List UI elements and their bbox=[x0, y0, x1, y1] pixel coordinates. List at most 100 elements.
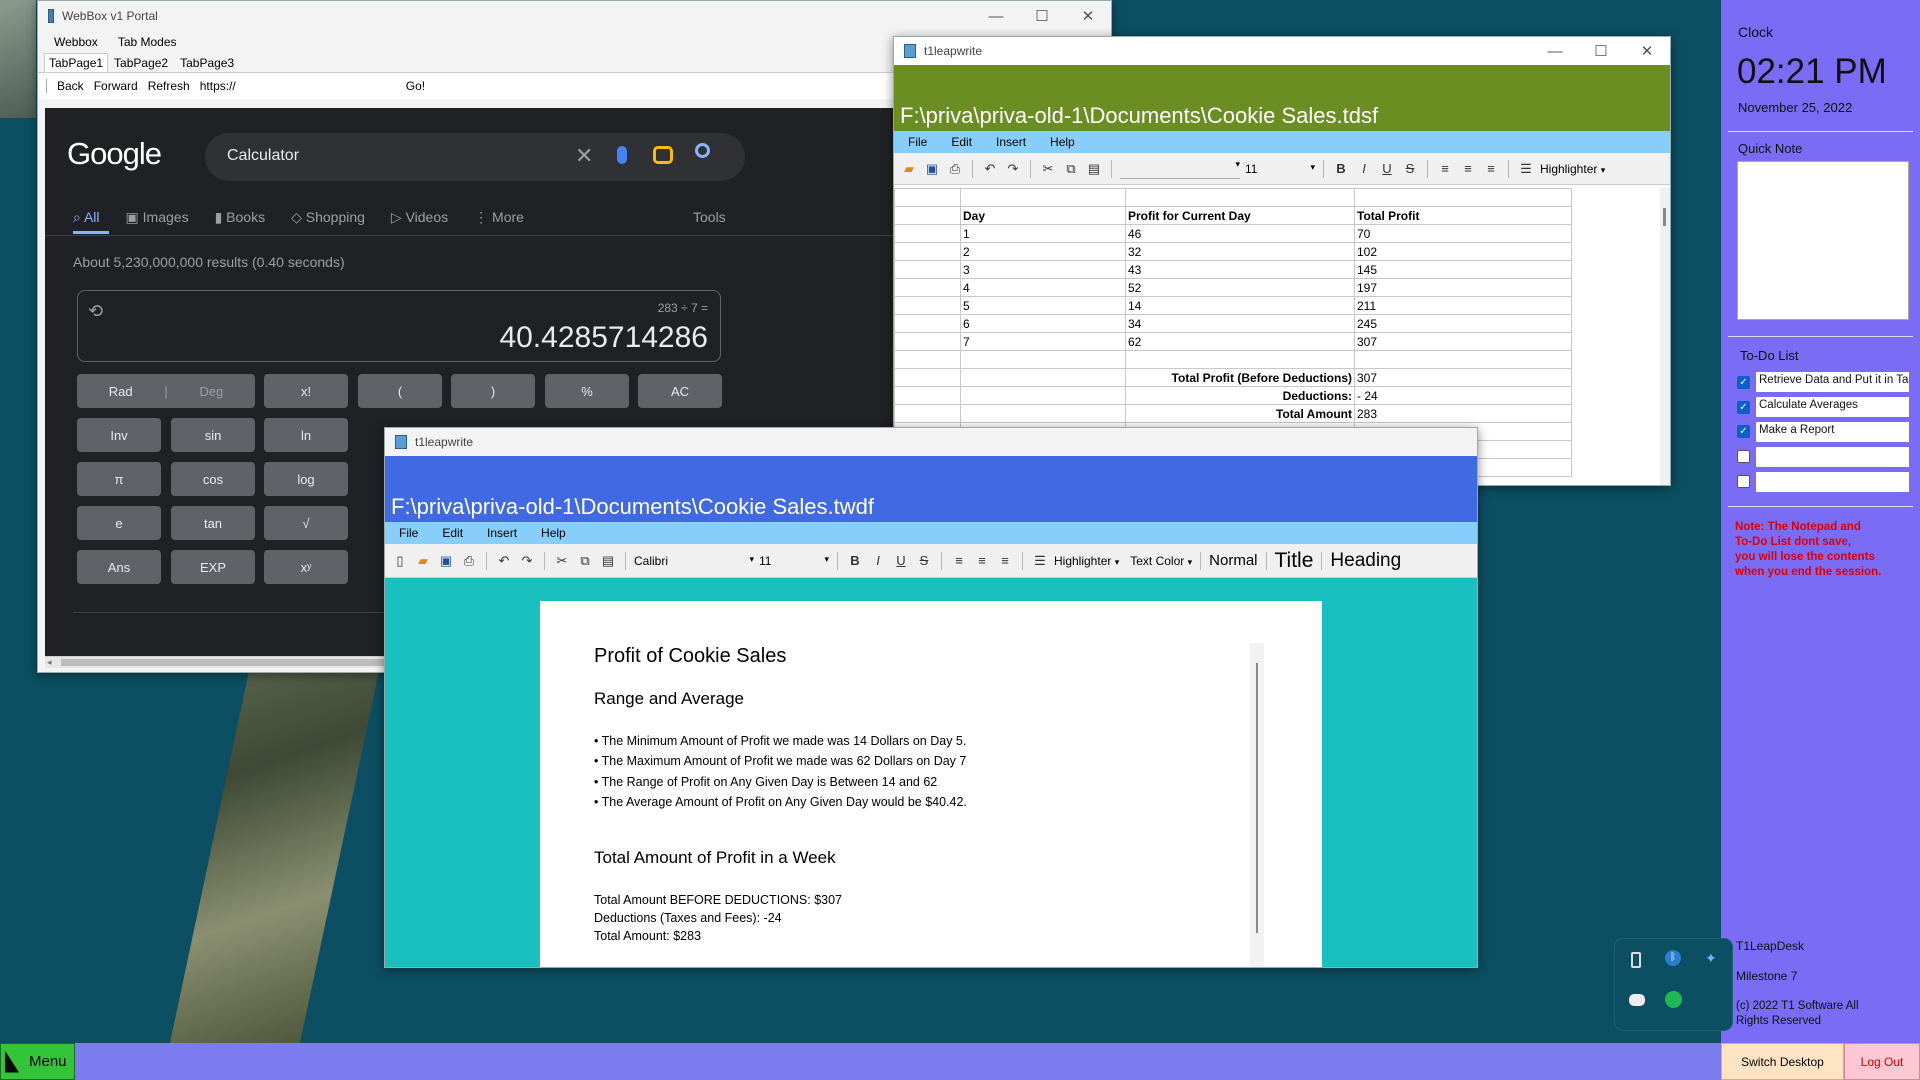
redo-icon[interactable]: ↷ bbox=[518, 552, 536, 570]
page-scrollbar[interactable] bbox=[1250, 643, 1264, 967]
font-size-select[interactable]: 11 ▾ bbox=[759, 554, 829, 568]
calc-key-log[interactable]: log bbox=[264, 462, 348, 496]
calc-key-close-paren[interactable]: ) bbox=[451, 374, 535, 408]
table-cell[interactable] bbox=[894, 332, 961, 351]
menu-help[interactable]: Help bbox=[1050, 135, 1075, 149]
document-page[interactable]: Profit of Cookie Sales Range and Average… bbox=[540, 601, 1322, 967]
copy-icon[interactable]: ⧉ bbox=[1062, 160, 1080, 178]
spotify-icon[interactable] bbox=[1665, 991, 1682, 1008]
table-cell[interactable]: 307 bbox=[1354, 332, 1572, 351]
table-cell[interactable]: 32 bbox=[1125, 242, 1355, 261]
redo-icon[interactable]: ↷ bbox=[1004, 160, 1022, 178]
table-cell[interactable]: 6 bbox=[960, 314, 1126, 333]
calc-key-percent[interactable]: % bbox=[545, 374, 629, 408]
tab-page-2[interactable]: TabPage2 bbox=[108, 54, 174, 72]
table-cell[interactable]: - 24 bbox=[1354, 386, 1572, 405]
font-size-select[interactable]: 11 ▾ bbox=[1245, 162, 1315, 176]
menu-help[interactable]: Help bbox=[541, 526, 566, 540]
todo-checkbox[interactable]: ✓ bbox=[1737, 425, 1750, 439]
quick-note-textarea[interactable] bbox=[1737, 161, 1909, 320]
close-button[interactable]: ✕ bbox=[1624, 36, 1670, 66]
table-cell[interactable]: 62 bbox=[1125, 332, 1355, 351]
table-cell[interactable]: Deductions: bbox=[1125, 386, 1355, 405]
table-cell[interactable]: Day bbox=[960, 206, 1126, 225]
print-icon[interactable]: ⎙ bbox=[946, 160, 964, 178]
rocket-icon[interactable]: ✦ bbox=[1705, 950, 1717, 967]
list-icon[interactable]: ☰ bbox=[1517, 160, 1535, 178]
strikethrough-icon[interactable]: S bbox=[915, 552, 933, 570]
cut-icon[interactable]: ✂ bbox=[1039, 160, 1057, 178]
table-cell[interactable]: 70 bbox=[1354, 224, 1572, 243]
table-cell[interactable]: 211 bbox=[1354, 296, 1572, 315]
menu-file[interactable]: File bbox=[908, 135, 927, 149]
table-cell[interactable] bbox=[894, 368, 961, 387]
table-cell[interactable]: 145 bbox=[1354, 260, 1572, 279]
todo-checkbox[interactable]: ✓ bbox=[1737, 375, 1750, 389]
todo-text-field[interactable]: Retrieve Data and Put it in Ta bbox=[1756, 372, 1909, 393]
table-cell[interactable] bbox=[894, 224, 961, 243]
table-cell[interactable] bbox=[894, 206, 961, 225]
align-left-icon[interactable]: ≡ bbox=[950, 552, 968, 570]
table-cell[interactable]: 43 bbox=[1125, 260, 1355, 279]
todo-checkbox[interactable] bbox=[1737, 450, 1750, 464]
go-button[interactable]: Go! bbox=[406, 79, 425, 93]
table-cell[interactable] bbox=[960, 350, 1126, 369]
bluetooth-icon[interactable]: ᛒ bbox=[1665, 950, 1681, 966]
tab-shopping[interactable]: ◇ Shopping bbox=[291, 209, 365, 226]
table-cell[interactable]: 307 bbox=[1354, 368, 1572, 387]
tab-page-1[interactable]: TabPage1 bbox=[44, 53, 109, 72]
open-icon[interactable]: ▰ bbox=[414, 552, 432, 570]
bold-icon[interactable]: B bbox=[846, 552, 864, 570]
bold-icon[interactable]: B bbox=[1332, 160, 1350, 178]
mic-icon[interactable] bbox=[617, 146, 627, 164]
table-cell[interactable]: 7 bbox=[960, 332, 1126, 351]
cut-icon[interactable]: ✂ bbox=[553, 552, 571, 570]
menu-insert[interactable]: Insert bbox=[996, 135, 1026, 149]
tools-button[interactable]: Tools bbox=[693, 209, 726, 225]
table-cell[interactable]: 52 bbox=[1125, 278, 1355, 297]
copy-icon[interactable]: ⧉ bbox=[576, 552, 594, 570]
undo-icon[interactable]: ↶ bbox=[981, 160, 999, 178]
discord-icon[interactable] bbox=[1629, 994, 1645, 1006]
table-cell[interactable]: 14 bbox=[1125, 296, 1355, 315]
table-cell[interactable] bbox=[894, 314, 961, 333]
minimize-button[interactable]: — bbox=[973, 1, 1019, 31]
calc-key-open-paren[interactable]: ( bbox=[358, 374, 442, 408]
table-cell[interactable] bbox=[1354, 188, 1572, 207]
menu-edit[interactable]: Edit bbox=[442, 526, 463, 540]
menu-button[interactable]: Menu bbox=[0, 1043, 75, 1080]
menu-tab-modes[interactable]: Tab Modes bbox=[118, 35, 177, 49]
maximize-button[interactable]: ☐ bbox=[1578, 36, 1624, 66]
table-cell[interactable]: 2 bbox=[960, 242, 1126, 261]
search-input[interactable]: Calculator bbox=[227, 147, 299, 165]
align-left-icon[interactable]: ≡ bbox=[1436, 160, 1454, 178]
table-cell[interactable]: Total Amount bbox=[1125, 404, 1355, 423]
calc-key-ans[interactable]: Ans bbox=[77, 550, 161, 584]
calc-key-tan[interactable]: tan bbox=[171, 506, 255, 540]
underline-icon[interactable]: U bbox=[1378, 160, 1396, 178]
text-color-dropdown[interactable]: Text Color ▾ bbox=[1130, 554, 1192, 568]
table-cell[interactable] bbox=[894, 296, 961, 315]
back-button[interactable]: Back bbox=[57, 79, 84, 93]
table-cell[interactable]: 46 bbox=[1125, 224, 1355, 243]
style-normal-button[interactable]: Normal bbox=[1209, 552, 1257, 569]
table-cell[interactable]: 102 bbox=[1354, 242, 1572, 261]
clear-icon[interactable]: ✕ bbox=[575, 143, 593, 169]
todo-checkbox[interactable] bbox=[1737, 475, 1750, 489]
table-cell[interactable] bbox=[1125, 188, 1355, 207]
list-icon[interactable]: ☰ bbox=[1031, 552, 1049, 570]
table-cell[interactable]: 283 bbox=[1354, 404, 1572, 423]
table-cell[interactable]: 4 bbox=[960, 278, 1126, 297]
calc-rad-deg-toggle[interactable]: Rad | Deg bbox=[77, 374, 255, 408]
print-icon[interactable]: ⎙ bbox=[460, 552, 478, 570]
table-cell[interactable] bbox=[894, 386, 961, 405]
align-center-icon[interactable]: ≡ bbox=[1459, 160, 1477, 178]
logout-button[interactable]: Log Out bbox=[1844, 1043, 1920, 1080]
tab-page-3[interactable]: TabPage3 bbox=[174, 54, 240, 72]
strikethrough-icon[interactable]: S bbox=[1401, 160, 1419, 178]
table-cell[interactable] bbox=[894, 188, 961, 207]
table-cell[interactable]: 34 bbox=[1125, 314, 1355, 333]
align-center-icon[interactable]: ≡ bbox=[973, 552, 991, 570]
calc-key-pi[interactable]: π bbox=[77, 462, 161, 496]
table-cell[interactable] bbox=[1354, 350, 1572, 369]
